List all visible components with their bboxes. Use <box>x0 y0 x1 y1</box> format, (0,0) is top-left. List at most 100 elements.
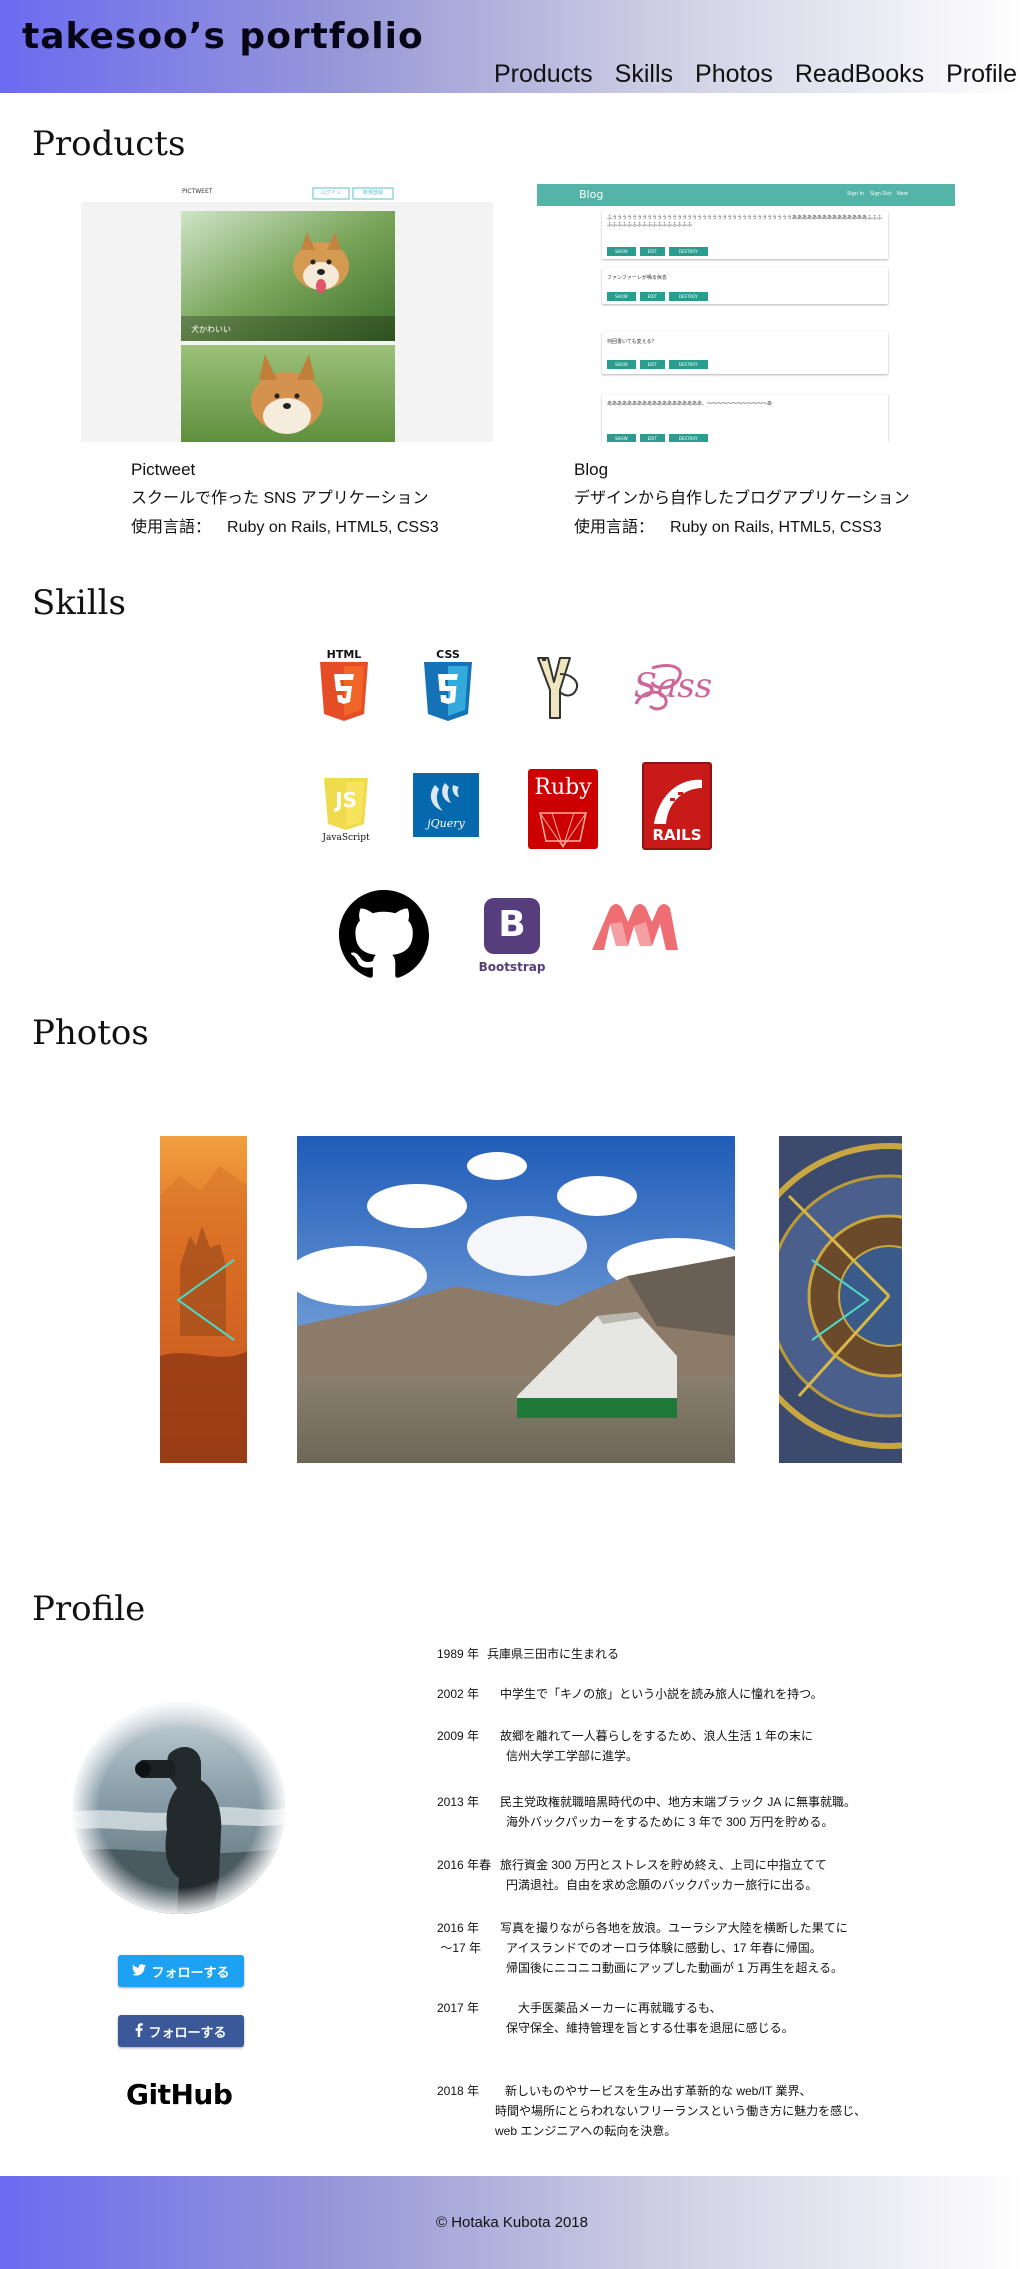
nav-skills[interactable]: Skills <box>615 60 673 89</box>
timeline-line: 保守保全、維持管理を旨とする仕事を退屈に感じる。 <box>506 2021 794 2035</box>
blog-post-actions: SHOW EDIT DESTROY <box>607 292 708 301</box>
timeline-text: 中学生で「キノの旅」という小説を読み旅人に憧れを持つ。 <box>500 1684 823 1704</box>
timeline-line: 旅行資金 300 万円とストレスを貯め終え、上司に中指立てて <box>500 1858 827 1872</box>
site-footer: © Hotaka Kubota 2018 <box>0 2176 1024 2269</box>
pictweet-brand: PICTWEET <box>182 188 213 195</box>
timeline-year: 2016 年 〜17 年 <box>437 1921 482 1955</box>
blog-name[interactable]: Blog <box>574 455 910 484</box>
blog-edit-button: EDIT <box>639 247 665 256</box>
blog-post-text: ふううううううううううううううううううううううううううううううううううううあああ… <box>607 215 883 228</box>
site-title[interactable]: takesoo’s portfolio <box>22 16 424 57</box>
blog-post-card: ファンファーレが鳴る休息 SHOW EDIT DESTROY <box>602 268 888 304</box>
blog-nav-signout: Sign Out <box>870 191 892 197</box>
blog-post-text: 何回書いても変える？ <box>607 339 657 345</box>
chevron-right-icon[interactable] <box>806 1258 874 1342</box>
jquery-label: jQuery <box>427 817 465 830</box>
pictweet-name[interactable]: Pictweet <box>131 455 439 484</box>
pictweet-tech: 使用言語： Ruby on Rails, HTML5, CSS3 <box>131 513 439 542</box>
pictweet-caption: 犬かわいい <box>191 324 231 334</box>
twitter-follow-label: フォローする <box>151 1964 230 1980</box>
bootstrap-letter: B <box>498 904 526 945</box>
html5-icon: HTML <box>316 648 372 722</box>
blog-post-card: 何回書いても変える？ SHOW EDIT DESTROY <box>602 332 888 374</box>
skills-heading: Skills <box>32 583 126 623</box>
blog-post-actions: SHOW EDIT DESTROY <box>607 360 708 369</box>
javascript-label: JS <box>335 788 357 812</box>
blog-nav-signin: Sign In <box>847 191 865 197</box>
timeline-text: 大手医薬品メーカーに再就職するも、 保守保全、維持管理を旨とする仕事を退屈に感じ… <box>500 1998 794 2038</box>
timeline-line: 海外バックパッカーをするために 3 年で 300 万円を貯める。 <box>506 1815 834 1829</box>
pictweet-tech-label: 使用言語： <box>131 519 212 536</box>
timeline-text: 写真を撮りながら各地を放浪。ユーラシア大陸を横断した果てに アイスランドでのオー… <box>500 1918 848 1978</box>
timeline-year: 2013 年 <box>437 1795 480 1809</box>
chevron-left-icon[interactable] <box>172 1258 240 1342</box>
blog-post-actions: SHOW EDIT DESTROY <box>607 434 708 442</box>
blog-show-button: SHOW <box>607 292 636 301</box>
github-octocat-icon[interactable] <box>339 890 429 980</box>
timeline-line: web エンジニアへの転向を決意。 <box>495 2124 677 2138</box>
site-header: takesoo’s portfolio Products Skills Phot… <box>0 0 1024 93</box>
blog-destroy-button: DESTROY <box>668 434 708 442</box>
github-link[interactable]: GitHub <box>126 2078 233 2111</box>
blog-info: Blog デザインから自作したブログアプリケーション 使用言語： Ruby on … <box>574 455 910 542</box>
blog-edit-button: EDIT <box>639 292 665 301</box>
timeline-year: 2017 年 <box>437 2001 480 2015</box>
pictweet-tech-value: Ruby on Rails, HTML5, CSS3 <box>227 519 439 536</box>
blog-post-card: あああああああああああああああああああ、〜〜〜〜〜〜〜〜〜〜〜〜あ SHOW E… <box>602 394 888 442</box>
timeline-year: 2018 年 <box>437 2084 480 2098</box>
pictweet-description: スクールで作った SNS アプリケーション <box>131 490 429 507</box>
blog-destroy-button: DESTROY <box>668 247 708 256</box>
rails-icon: RAILS <box>642 762 712 850</box>
timeline-line: 円満退社。自由を求め念願のバックパッカー旅行に出る。 <box>506 1878 818 1892</box>
ruby-icon: Ruby <box>528 769 598 849</box>
photos-heading: Photos <box>32 1013 149 1053</box>
products-heading: Products <box>32 124 186 164</box>
nav-products[interactable]: Products <box>494 60 593 89</box>
blog-post-card: ふううううううううううううううううううううううううううううううううううううあああ… <box>602 211 888 259</box>
facebook-follow-button[interactable]: フォローする <box>118 2015 244 2047</box>
pictweet-login: ログイン <box>320 190 341 196</box>
blog-show-button: SHOW <box>607 247 636 256</box>
timeline-line: アイスランドでのオーロラ体験に感動し、17 年春に帰国。 <box>506 1941 822 1955</box>
nav-profile[interactable]: Profile <box>946 60 1017 89</box>
pictweet-screenshot[interactable]: 犬かわいい PICTWEET ログイン 新規登録 <box>81 184 493 442</box>
bootstrap-caption: Bootstrap <box>478 960 546 974</box>
javascript-caption: JavaScript <box>322 833 370 843</box>
blog-post-text: あああああああああああああああああああ、〜〜〜〜〜〜〜〜〜〜〜〜あ <box>607 401 773 407</box>
blog-post-text: ファンファーレが鳴る休息 <box>607 275 667 281</box>
timeline-year: 1989 年 <box>437 1647 480 1661</box>
nav-readbooks[interactable]: ReadBooks <box>795 60 924 89</box>
bootstrap-icon: B Bootstrap <box>474 896 550 984</box>
nav-photos[interactable]: Photos <box>695 60 773 89</box>
twitter-follow-button[interactable]: フォローする <box>118 1955 244 1987</box>
materialize-icon <box>590 902 680 954</box>
blog-destroy-button: DESTROY <box>668 292 708 301</box>
pictweet-screenshot-art: 犬かわいい <box>81 184 493 442</box>
blog-post-actions: SHOW EDIT DESTROY <box>607 247 708 256</box>
blog-screenshot[interactable]: Blog Sign In Sign Out New ふううううううううううううう… <box>537 184 955 442</box>
timeline-year: 2016 年春 <box>437 1858 492 1872</box>
javascript-icon: JS JavaScript <box>318 776 374 848</box>
main-nav: Products Skills Photos ReadBooks Profile <box>494 60 1017 89</box>
timeline-text: 兵庫県三田市に生まれる <box>487 1644 619 1664</box>
rails-label: RAILS <box>652 826 702 844</box>
facebook-follow-label: フォローする <box>148 2024 227 2040</box>
timeline-text: 新しいものやサービスを生み出す革新的な web/IT 業界、 時間や場所にとらわ… <box>495 2081 866 2141</box>
timeline-line: 帰国後にニコニコ動画にアップした動画が 1 万再生を超える。 <box>506 1961 843 1975</box>
pictweet-info: Pictweet スクールで作った SNS アプリケーション 使用言語： Ruby… <box>131 455 439 542</box>
css3-icon: CSS <box>420 648 476 722</box>
timeline-line: 大手医薬品メーカーに再就職するも、 <box>518 2001 722 2015</box>
facebook-icon <box>135 2022 144 2040</box>
sass-label: Sass <box>633 666 713 706</box>
timeline-year: 2002 年 <box>437 1687 480 1701</box>
jquery-icon: jQuery <box>413 773 479 837</box>
blog-edit-button: EDIT <box>639 360 665 369</box>
mountain-tent-photo[interactable] <box>297 1136 735 1463</box>
css3-label: CSS <box>436 648 460 661</box>
blog-tech-label: 使用言語： <box>574 519 655 536</box>
timeline-line: 写真を撮りながら各地を放浪。ユーラシア大陸を横断した果てに <box>500 1921 848 1935</box>
timeline-text: 民主党政権就職暗黒時代の中、地方末端ブラック JA に無事就職。 海外バックパッ… <box>500 1792 856 1832</box>
timeline-line: 兵庫県三田市に生まれる <box>487 1647 620 1661</box>
timeline-text: 旅行資金 300 万円とストレスを貯め終え、上司に中指立てて 円満退社。自由を求… <box>500 1855 827 1895</box>
copyright: © Hotaka Kubota 2018 <box>436 2214 588 2231</box>
